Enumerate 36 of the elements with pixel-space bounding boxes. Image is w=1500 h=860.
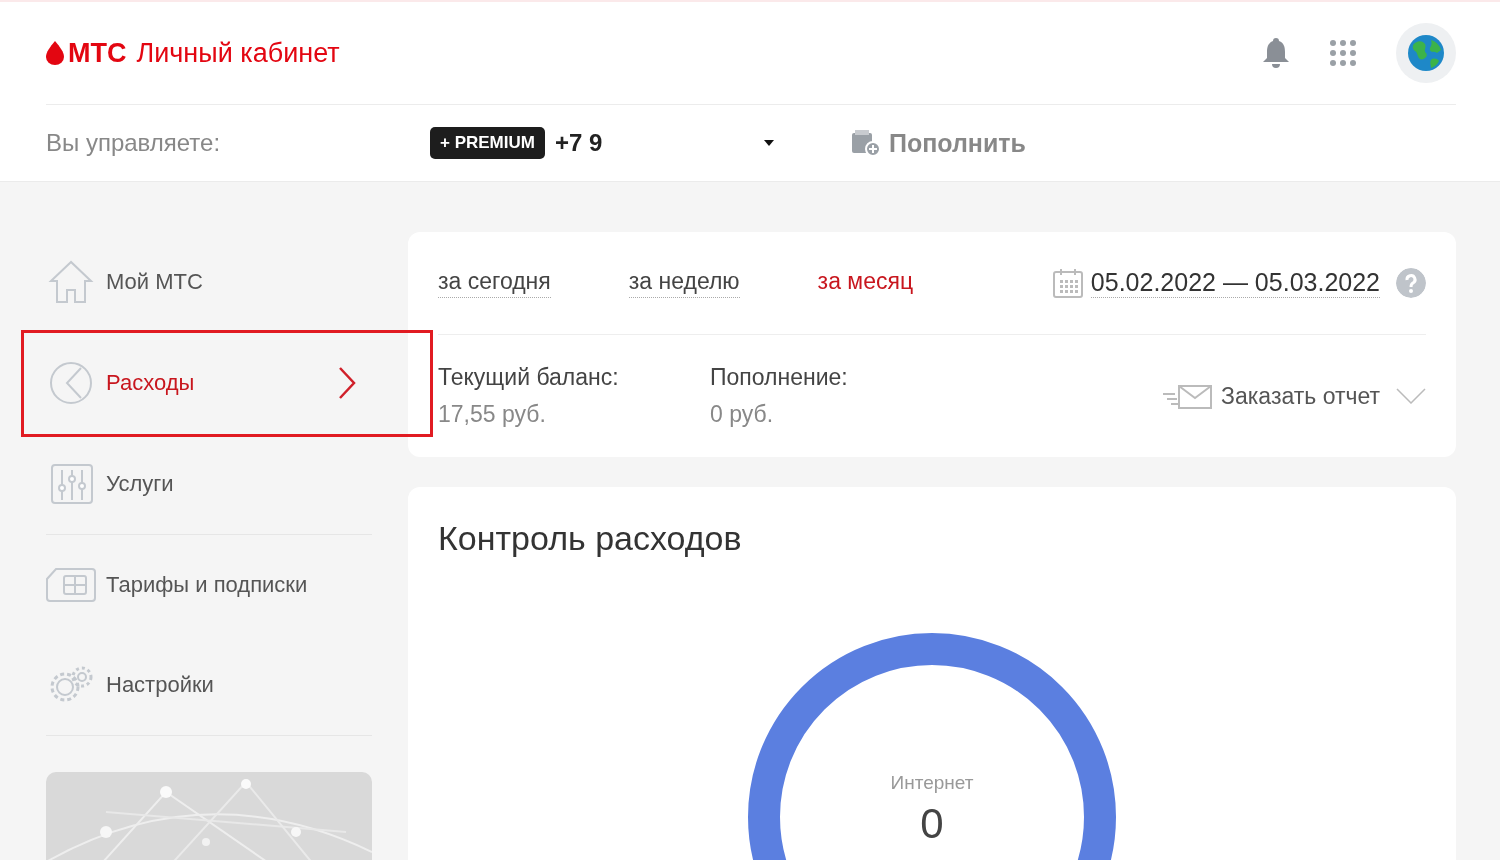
house-icon bbox=[46, 259, 96, 305]
phone-number[interactable]: +7 9 bbox=[554, 129, 755, 157]
balance-value: 17,55 руб. bbox=[438, 401, 547, 428]
top-up-button[interactable]: Пополнить bbox=[850, 128, 1026, 158]
premium-badge: + PREMIUM bbox=[430, 127, 545, 159]
period-tab[interactable]: за месяц bbox=[817, 268, 914, 298]
chevron-down-icon[interactable] bbox=[1396, 388, 1426, 404]
caret-icon[interactable] bbox=[762, 139, 775, 147]
bell-icon[interactable] bbox=[1262, 37, 1290, 69]
sidebar-item[interactable]: Расходы bbox=[46, 336, 372, 430]
globe-avatar-icon[interactable] bbox=[1407, 34, 1445, 72]
apps-grid-icon[interactable] bbox=[1330, 40, 1356, 66]
top-ups-label: Пополнение: bbox=[710, 364, 849, 391]
logo: МТС bbox=[68, 37, 127, 69]
sim-card-icon bbox=[46, 567, 96, 603]
section-title: Контроль расходов bbox=[438, 519, 743, 558]
sidebar-item[interactable]: Тарифы и подписки bbox=[46, 538, 372, 632]
date-range-field[interactable]: 05.02.2022 — 05.03.2022 bbox=[1090, 268, 1380, 298]
top-ups-value: 0 руб. bbox=[710, 401, 775, 428]
donut-value: 0 bbox=[920, 800, 944, 848]
period-tab[interactable]: за сегодня bbox=[438, 268, 551, 298]
order-report-button[interactable]: Заказать отчет bbox=[1161, 382, 1380, 410]
balance-label: Текущий баланс: bbox=[438, 364, 620, 391]
envelope-icon bbox=[1161, 382, 1214, 410]
sidebar-item[interactable]: Настройки bbox=[46, 638, 372, 732]
sidebar-item[interactable]: Мой МТС bbox=[46, 235, 372, 329]
account-label: Вы управляете: bbox=[46, 129, 222, 157]
chevron-right-icon bbox=[338, 366, 356, 400]
period-tab[interactable]: за неделю bbox=[628, 268, 740, 298]
sidebar-item[interactable]: Услуги bbox=[46, 437, 372, 531]
page-title: Личный кабинет bbox=[136, 37, 340, 69]
help-icon[interactable] bbox=[1396, 268, 1426, 298]
wallet-plus-icon bbox=[850, 129, 881, 157]
calendar-icon[interactable] bbox=[1052, 268, 1083, 298]
donut-label: Интернет bbox=[890, 772, 974, 794]
logo-drop-icon bbox=[46, 41, 64, 65]
